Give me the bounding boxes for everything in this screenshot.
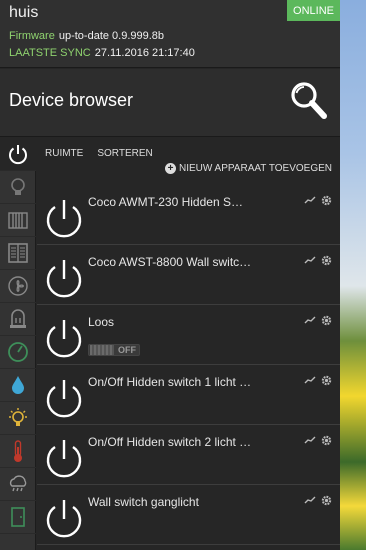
sync-label: LAATSTE SYNC	[9, 47, 91, 59]
device-name: On/Off Hidden switch 2 licht …	[88, 435, 252, 449]
device-row[interactable]: Wall switch ganglicht	[37, 485, 340, 545]
device-actions	[304, 195, 332, 206]
on-off-toggle[interactable]: OFF	[88, 344, 140, 356]
home-title: huis	[9, 4, 39, 21]
device-row[interactable]: On/Off Hidden switch 2 licht …	[37, 425, 340, 485]
sidebar-item-blinds[interactable]	[0, 237, 36, 270]
firmware-value: up-to-date 0.9.999.8b	[58, 30, 165, 42]
graph-icon[interactable]	[304, 195, 316, 205]
filter-tabs: RUIMTE SORTEREN	[45, 148, 167, 159]
device-actions	[304, 255, 332, 266]
power-icon[interactable]	[41, 436, 87, 482]
sensor-icon	[10, 309, 26, 328]
page-title: Device browser	[9, 90, 134, 110]
bulb-icon	[11, 178, 25, 195]
device-actions	[304, 435, 332, 446]
sidebar-item-water[interactable]	[0, 369, 36, 402]
device-name: Wall switch ganglicht	[88, 495, 199, 509]
device-name: Coco AWST-8800 Wall switc…	[88, 255, 252, 269]
gear-icon[interactable]	[321, 375, 332, 386]
category-sidebar	[0, 138, 36, 550]
power-icon[interactable]	[41, 496, 87, 542]
sidebar-item-light-sensor[interactable]	[0, 402, 36, 435]
sidebar-item-fan[interactable]	[0, 270, 36, 303]
firmware-label: Firmware	[9, 30, 55, 42]
sidebar-item-lights[interactable]	[0, 171, 36, 204]
top-bar: huis ONLINE Firmware up-to-date 0.9.999.8…	[0, 0, 340, 68]
weather-icon	[9, 475, 27, 492]
window-icon	[8, 243, 28, 263]
device-row[interactable]: Coco AWST-8800 Wall switc…	[37, 245, 340, 305]
gear-icon[interactable]	[321, 315, 332, 326]
device-row[interactable]: Coco AWMT-230 Hidden S…	[37, 185, 340, 245]
toggle-state: OFF	[118, 345, 136, 355]
thermometer-icon	[14, 440, 22, 462]
power-icon[interactable]	[41, 316, 87, 362]
app-panel: huis ONLINE Firmware up-to-date 0.9.999.8…	[0, 0, 340, 550]
sidebar-item-sensors[interactable]	[0, 303, 36, 336]
sidebar-item-gauge[interactable]	[0, 336, 36, 369]
sidebar-item-temperature[interactable]	[0, 435, 36, 468]
water-drop-icon	[12, 376, 24, 394]
bright-bulb-icon	[9, 408, 27, 426]
tab-sort[interactable]: SORTEREN	[97, 148, 152, 159]
page-header: Device browser	[0, 69, 340, 137]
power-icon[interactable]	[41, 256, 87, 302]
gear-icon[interactable]	[321, 435, 332, 446]
door-icon	[11, 507, 25, 527]
sync-value: 27.11.2016 21:17:40	[94, 47, 195, 59]
radiator-icon	[8, 212, 28, 229]
search-icon[interactable]	[290, 81, 328, 121]
graph-icon[interactable]	[304, 435, 316, 445]
graph-icon[interactable]	[304, 495, 316, 505]
gear-icon[interactable]	[321, 255, 332, 266]
graph-icon[interactable]	[304, 255, 316, 265]
device-list: Coco AWMT-230 Hidden S… Coco AWST-8800 W…	[37, 185, 340, 545]
online-badge: ONLINE	[287, 0, 340, 21]
tab-room[interactable]: RUIMTE	[45, 148, 83, 159]
gear-icon[interactable]	[321, 495, 332, 506]
device-row[interactable]: On/Off Hidden switch 1 licht …	[37, 365, 340, 425]
add-device-button[interactable]: + NIEUW APPARAAT TOEVOEGEN	[164, 163, 332, 174]
graph-icon[interactable]	[304, 375, 316, 385]
plus-icon: +	[164, 163, 176, 174]
firmware-info: Firmware up-to-date 0.9.999.8b	[9, 30, 164, 42]
power-icon[interactable]	[41, 376, 87, 422]
power-icon[interactable]	[41, 196, 87, 242]
graph-icon[interactable]	[304, 315, 316, 325]
sync-info: LAATSTE SYNC 27.11.2016 21:17:40	[9, 47, 195, 59]
sidebar-item-weather[interactable]	[0, 468, 36, 501]
device-row[interactable]: Loos OFF	[37, 305, 340, 365]
add-device-label: NIEUW APPARAAT TOEVOEGEN	[178, 163, 332, 174]
sidebar-item-doors[interactable]	[0, 501, 36, 534]
device-actions	[304, 375, 332, 386]
device-name: On/Off Hidden switch 1 licht …	[88, 375, 252, 389]
fan-icon	[8, 276, 28, 296]
device-name: Loos	[88, 315, 115, 329]
background-photo	[340, 0, 366, 550]
device-actions	[304, 495, 332, 506]
power-icon	[9, 145, 27, 165]
sidebar-item-heating[interactable]	[0, 204, 36, 237]
gear-icon[interactable]	[321, 195, 332, 206]
sidebar-item-power[interactable]	[0, 138, 36, 171]
device-name: Coco AWMT-230 Hidden S…	[88, 195, 243, 209]
device-list-panel: RUIMTE SORTEREN + NIEUW APPARAAT TOEVOEGEN…	[37, 138, 340, 550]
device-actions	[304, 315, 332, 326]
toggle-knob	[90, 345, 114, 355]
compass-icon	[8, 342, 28, 362]
